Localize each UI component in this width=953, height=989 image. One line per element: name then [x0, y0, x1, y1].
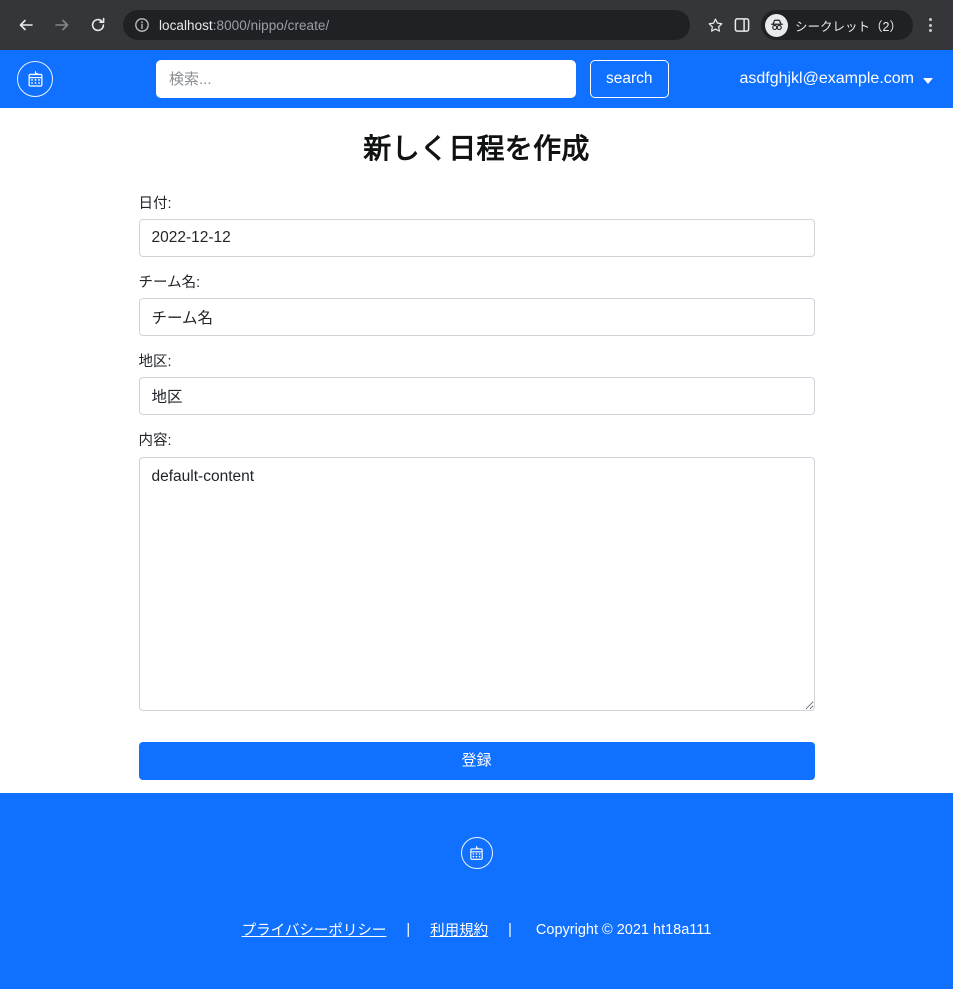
field-content: 内容: [138, 432, 815, 711]
incognito-label: シークレット（2） [795, 19, 902, 34]
incognito-hat-icon [770, 19, 783, 31]
side-panel-icon [734, 18, 750, 32]
reload-icon [91, 17, 105, 32]
copyright-text: Copyright © 2021 ht18a111 [535, 921, 712, 938]
user-account-menu[interactable]: asdfghjkl@example.com [739, 70, 937, 88]
area-input[interactable] [138, 377, 815, 416]
page-title: 新しく日程を作成 [363, 133, 590, 164]
browser-toolbar-right: シークレット（2） [728, 10, 945, 40]
chevron-down-icon [923, 77, 933, 84]
privacy-policy-link[interactable]: プライバシーポリシー [242, 919, 387, 940]
browser-forward-button[interactable] [47, 10, 77, 40]
address-bar-url: localhost:8000/nippo/create/ [159, 18, 329, 33]
site-info-icon[interactable] [134, 17, 150, 33]
field-area: 地区: [138, 353, 815, 416]
three-dot-menu-icon-dot2 [928, 23, 932, 27]
date-input[interactable] [138, 219, 815, 258]
calendar-badge-logo-icon [470, 845, 483, 860]
user-email-label: asdfghjkl@example.com [739, 70, 914, 87]
content-textarea[interactable] [138, 456, 815, 711]
field-label-content: 内容: [138, 433, 172, 450]
search-input[interactable] [156, 60, 576, 98]
field-label-team: チーム名: [138, 275, 201, 292]
avatar [765, 13, 789, 37]
footer-separator-1: | [406, 921, 411, 938]
site-footer: プライバシーポリシー | 利用規約 | Copyright © 2021 ht1… [0, 793, 953, 989]
browser-reload-button[interactable] [83, 10, 113, 40]
site-header: search asdfghjkl@example.com [0, 50, 953, 108]
address-bar[interactable]: localhost:8000/nippo/create/ [123, 10, 691, 40]
incognito-indicator[interactable]: シークレット（2） [761, 10, 913, 40]
field-label-area: 地区: [138, 354, 172, 371]
search-button[interactable]: search [590, 60, 669, 98]
bookmark-button[interactable] [702, 12, 728, 38]
main-content: 新しく日程を作成 日付: チーム名: 地区: 内容: 登録 [0, 108, 953, 793]
forward-arrow-icon [55, 19, 69, 31]
footer-logo-link[interactable] [460, 837, 493, 869]
footer-separator-2: | [508, 921, 512, 938]
footer-links: プライバシーポリシー | 利用規約 | Copyright © 2021 ht1… [242, 919, 712, 940]
submit-button[interactable]: 登録 [138, 741, 815, 780]
create-schedule-form: 日付: チーム名: 地区: 内容: 登録 [138, 195, 815, 780]
team-input[interactable] [138, 298, 815, 337]
search-form: search [156, 60, 669, 98]
star-icon [708, 18, 722, 32]
brand-logo-link[interactable] [17, 61, 53, 97]
back-arrow-icon [19, 19, 33, 31]
side-panel-button[interactable] [728, 10, 756, 40]
browser-back-button[interactable] [11, 10, 41, 40]
browser-menu-button[interactable] [915, 10, 945, 40]
url-host: localhost [159, 17, 213, 33]
three-dot-menu-icon-dot3 [928, 28, 932, 32]
url-path: :8000/nippo/create/ [212, 17, 330, 33]
field-date: 日付: [138, 195, 815, 258]
calendar-badge-logo-icon [28, 70, 42, 87]
field-label-date: 日付: [138, 196, 172, 212]
field-team: チーム名: [138, 274, 815, 337]
terms-of-service-link[interactable]: 利用規約 [430, 919, 488, 940]
three-dot-menu-icon [928, 18, 932, 22]
browser-toolbar: localhost:8000/nippo/create/ シークレット（2） [0, 0, 953, 50]
